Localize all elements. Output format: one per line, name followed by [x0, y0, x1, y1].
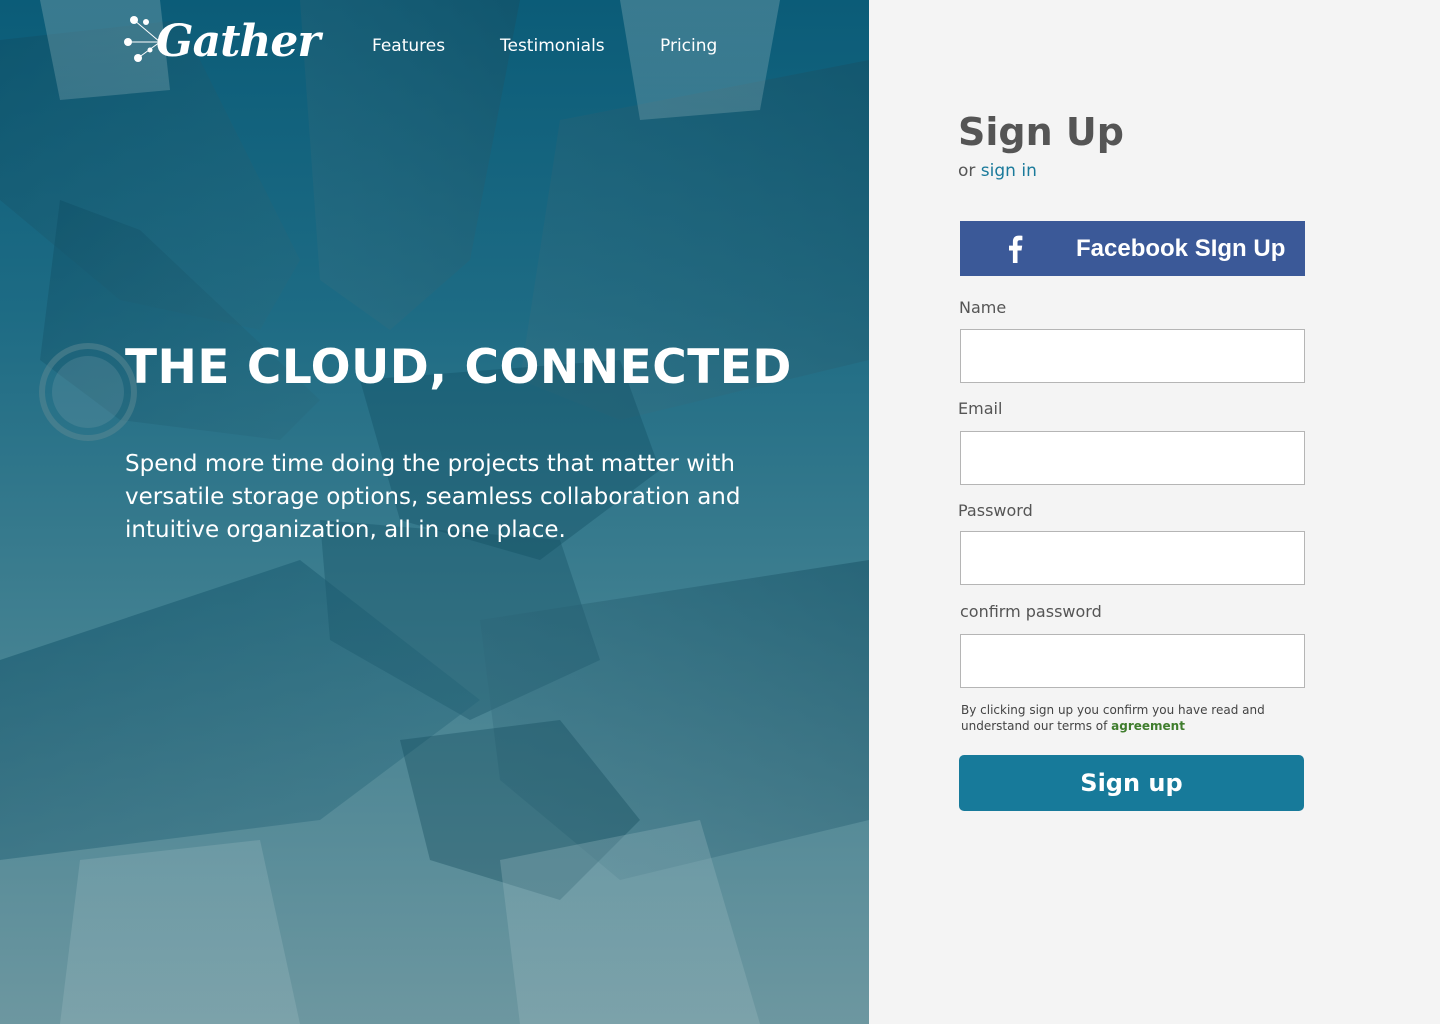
facebook-f-icon [1000, 234, 1030, 264]
gather-logo[interactable]: Gather [124, 14, 321, 80]
nav-features-link[interactable]: Features [372, 36, 445, 56]
email-label: Email [958, 399, 1003, 418]
email-input[interactable] [960, 431, 1305, 485]
brand-name: Gather [156, 16, 321, 67]
facebook-signup-label: Facebook SIgn Up [1076, 234, 1286, 262]
terms-notice: By clicking sign up you confirm you have… [961, 702, 1281, 734]
confirm-password-input[interactable] [960, 634, 1305, 688]
nav-pricing-link[interactable]: Pricing [660, 36, 717, 56]
password-label: Password [958, 501, 1033, 520]
hero-lede: Spend more time doing the projects that … [125, 451, 741, 543]
signin-link[interactable]: sign in [981, 161, 1037, 181]
password-input[interactable] [960, 531, 1305, 585]
hero-headline: THE CLOUD, CONNECTED [125, 340, 792, 395]
signup-panel: Sign Up or sign in Facebook SIgn Up Name… [869, 0, 1440, 1024]
confirm-password-label: confirm password [960, 602, 1102, 621]
signup-submit-button[interactable]: Sign up [959, 755, 1304, 811]
signup-title: Sign Up [958, 110, 1124, 154]
hero-section: Gather Features Testimonials Pricing THE… [0, 0, 869, 1024]
signin-prompt: or sign in [958, 161, 1037, 181]
nav-testimonials-link[interactable]: Testimonials [500, 36, 605, 56]
name-label: Name [959, 298, 1007, 317]
facebook-signup-button[interactable]: Facebook SIgn Up [960, 221, 1305, 276]
agreement-link[interactable]: agreement [1111, 719, 1185, 733]
name-input[interactable] [960, 329, 1305, 383]
signin-prefix: or [958, 161, 976, 181]
